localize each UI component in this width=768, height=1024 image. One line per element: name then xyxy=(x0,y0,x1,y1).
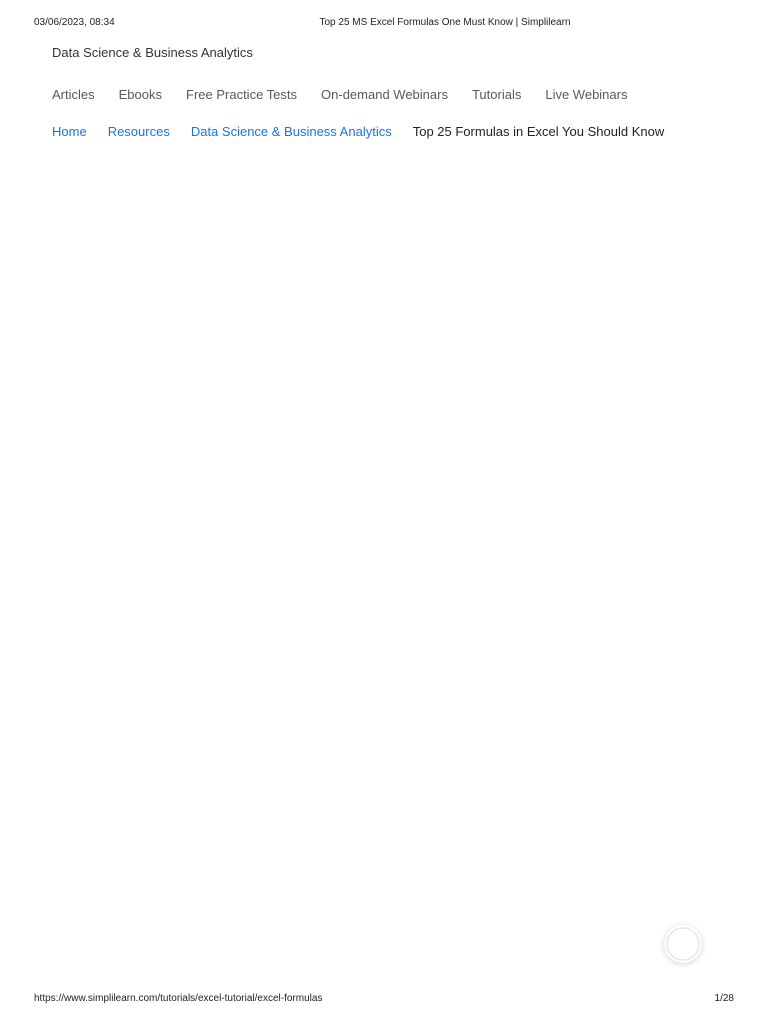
print-header-title: Top 25 MS Excel Formulas One Must Know |… xyxy=(319,17,571,28)
nav-item-live-webinars[interactable]: Live Webinars xyxy=(545,87,627,102)
breadcrumb: Home Resources Data Science & Business A… xyxy=(52,124,664,139)
chat-bubble-icon xyxy=(666,927,700,961)
breadcrumb-current-page: Top 25 Formulas in Excel You Should Know xyxy=(412,124,665,139)
nav-item-free-practice-tests[interactable]: Free Practice Tests xyxy=(186,87,297,102)
nav-item-ebooks[interactable]: Ebooks xyxy=(119,87,162,102)
page: 03/06/2023, 08:34 Top 25 MS Excel Formul… xyxy=(0,0,768,1024)
print-footer-page-number: 1/28 xyxy=(714,993,734,1004)
nav-item-articles[interactable]: Articles xyxy=(52,87,95,102)
breadcrumb-resources[interactable]: Resources xyxy=(108,124,170,139)
section-title[interactable]: Data Science & Business Analytics xyxy=(52,45,253,60)
resource-nav: Articles Ebooks Free Practice Tests On-d… xyxy=(52,87,651,102)
breadcrumb-home[interactable]: Home xyxy=(52,124,87,139)
print-footer-url: https://www.simplilearn.com/tutorials/ex… xyxy=(34,993,323,1004)
chat-widget-button[interactable] xyxy=(664,925,702,963)
nav-item-tutorials[interactable]: Tutorials xyxy=(472,87,521,102)
breadcrumb-data-science[interactable]: Data Science & Business Analytics xyxy=(191,124,392,139)
nav-item-on-demand-webinars[interactable]: On-demand Webinars xyxy=(321,87,448,102)
